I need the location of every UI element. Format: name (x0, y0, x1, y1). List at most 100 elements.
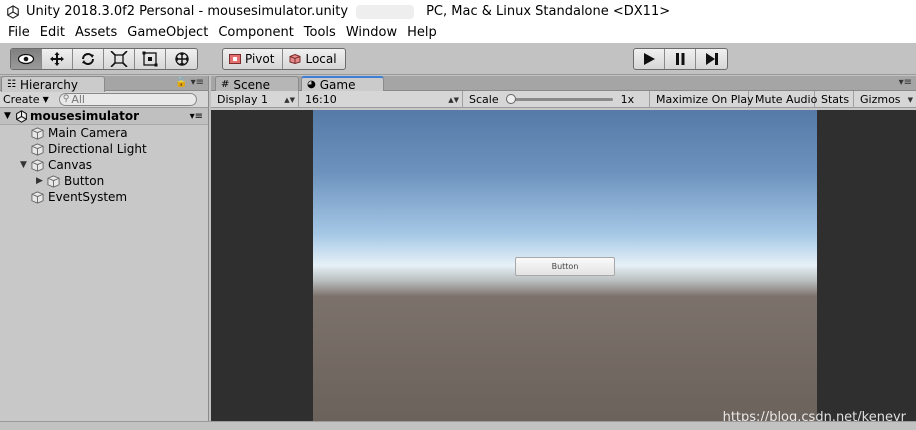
scale-tool-button[interactable] (104, 49, 135, 69)
updown-arrow-icon: ▲▼ (284, 95, 295, 104)
hierarchy-list: Main Camera Directional Light ▼ Canvas ▶ Butt… (0, 125, 208, 205)
platform-label: PC, Mac & Linux Standalone <DX11> (426, 4, 671, 19)
pivot-button[interactable]: Pivot (223, 49, 284, 69)
window-titlebar: Unity 2018.3.0f2 Personal - mousesimulat… (0, 0, 916, 23)
collapse-arrow-icon[interactable]: ▶ (36, 176, 47, 186)
gizmos-label: Gizmos (860, 93, 901, 106)
pacman-icon: ◕ (307, 79, 316, 90)
redacted-text (356, 4, 415, 19)
menu-help[interactable]: Help (402, 23, 442, 43)
hierarchy-item[interactable]: ▼ Canvas (0, 157, 208, 173)
game-tab-label: Game (319, 78, 356, 92)
display-dropdown[interactable]: Display 1 ▲▼ (211, 91, 299, 108)
grid-icon: # (221, 78, 230, 90)
menu-bar: File Edit Assets GameObject Component To… (0, 23, 916, 43)
pivot-local-group: Pivot Local (222, 48, 346, 70)
create-label: Create (3, 92, 40, 106)
aspect-dropdown[interactable]: 16:10 ▲▼ (299, 91, 463, 108)
step-button[interactable] (696, 49, 727, 69)
play-icon (644, 53, 655, 65)
stats-toggle[interactable]: Stats (815, 91, 854, 108)
gameobject-cube-icon (31, 142, 44, 156)
game-view-panel: # Scene ◕ Game ▾≡ Display 1 ▲▼ 16:10 ▲▼ … (211, 76, 916, 430)
scene-tab-label: Scene (233, 77, 270, 92)
unity-scene-icon (16, 109, 27, 123)
game-menu-icon[interactable]: ▾≡ (899, 77, 912, 88)
search-placeholder: All (71, 92, 85, 106)
menu-tools[interactable]: Tools (299, 23, 341, 43)
step-icon (705, 53, 718, 65)
expand-arrow-icon[interactable]: ▼ (20, 160, 31, 170)
menu-gameobject[interactable]: GameObject (122, 23, 213, 43)
playback-controls (633, 48, 728, 70)
rotate-icon (82, 53, 94, 65)
pause-icon (676, 53, 685, 65)
hierarchy-item-label: Directional Light (48, 142, 147, 156)
local-label: Local (305, 52, 337, 66)
hierarchy-item-label: Main Camera (48, 126, 128, 140)
maximize-on-play-toggle[interactable]: Maximize On Play (650, 91, 754, 108)
scale-slider-knob[interactable] (505, 94, 516, 104)
pause-button[interactable] (665, 49, 696, 69)
menu-file[interactable]: File (3, 23, 35, 43)
menu-window[interactable]: Window (341, 23, 402, 43)
hierarchy-item[interactable]: Directional Light (0, 141, 208, 157)
gameobject-cube-icon (31, 126, 44, 140)
hierarchy-item[interactable]: EventSystem (0, 189, 208, 205)
create-dropdown[interactable]: Create ▼ (3, 93, 55, 106)
hierarchy-item[interactable]: ▶ Button (0, 173, 208, 189)
scale-icon (110, 51, 128, 67)
window-title: Unity 2018.3.0f2 Personal - mousesimulat… (26, 4, 349, 19)
menu-edit[interactable]: Edit (35, 23, 70, 43)
updown-arrow-icon: ▲▼ (448, 95, 459, 104)
rect-tool-button[interactable] (135, 49, 166, 69)
gizmos-dropdown[interactable]: Gizmos ▼ (854, 91, 916, 108)
maximize-on-play-label: Maximize On Play (656, 93, 754, 106)
scale-slider[interactable] (505, 94, 613, 104)
view-tool-button[interactable] (11, 49, 42, 69)
game-ui-button[interactable]: Button (515, 257, 615, 276)
mute-audio-label: Mute Audio (755, 93, 818, 106)
status-bar (0, 421, 916, 430)
hierarchy-tabstrip: ☷ Hierarchy 🔒 ▾≡ (0, 76, 208, 92)
unity-logo-icon (7, 4, 19, 19)
scene-root-row[interactable]: ▼ mousesimulator ▾≡ (0, 108, 208, 125)
menu-component[interactable]: Component (213, 23, 298, 43)
chevron-down-icon: ▼ (907, 95, 913, 104)
rotate-tool-button[interactable] (73, 49, 104, 69)
hierarchy-search-input[interactable]: ⚲ All (58, 92, 197, 106)
search-icon: ⚲ (62, 94, 70, 104)
menu-assets[interactable]: Assets (70, 23, 122, 43)
eye-icon (17, 53, 35, 65)
panel-lock-menu-icon[interactable]: 🔒 ▾≡ (175, 77, 204, 88)
hierarchy-item-label: EventSystem (48, 190, 128, 204)
stats-label: Stats (821, 93, 850, 106)
hierarchy-item[interactable]: Main Camera (0, 125, 208, 141)
hierarchy-panel: ☷ Hierarchy 🔒 ▾≡ Create ▼ ⚲ All ▼ mouses… (0, 76, 209, 430)
gameobject-cube-icon (31, 190, 44, 204)
list-icon: ☷ (7, 78, 16, 90)
move-arrows-icon (50, 52, 64, 66)
scale-value: 1x (620, 93, 635, 106)
chevron-down-icon: ▼ (42, 94, 49, 104)
tab-hierarchy[interactable]: ☷ Hierarchy (1, 76, 105, 92)
tab-game[interactable]: ◕ Game (301, 76, 384, 92)
aspect-label: 16:10 (305, 93, 337, 106)
rect-transform-icon (142, 51, 158, 67)
expand-arrow-icon[interactable]: ▼ (4, 111, 15, 121)
pivot-icon (229, 54, 241, 64)
scene-menu-icon[interactable]: ▾≡ (190, 111, 203, 122)
scene-name: mousesimulator (30, 109, 139, 123)
gameobject-cube-icon (47, 174, 60, 188)
game-button-text: Button (551, 262, 579, 271)
mute-audio-toggle[interactable]: Mute Audio (749, 91, 818, 108)
local-cube-icon (289, 54, 301, 64)
transform-tool-button[interactable] (166, 49, 197, 69)
tab-scene[interactable]: # Scene (215, 76, 299, 92)
play-button[interactable] (634, 49, 665, 69)
local-button[interactable]: Local (283, 49, 344, 69)
move-tool-button[interactable] (42, 49, 73, 69)
gameobject-cube-icon (31, 158, 44, 172)
pivot-label: Pivot (245, 52, 275, 66)
game-viewport[interactable]: Button https://blog.csdn.net/keneyr (211, 110, 916, 430)
